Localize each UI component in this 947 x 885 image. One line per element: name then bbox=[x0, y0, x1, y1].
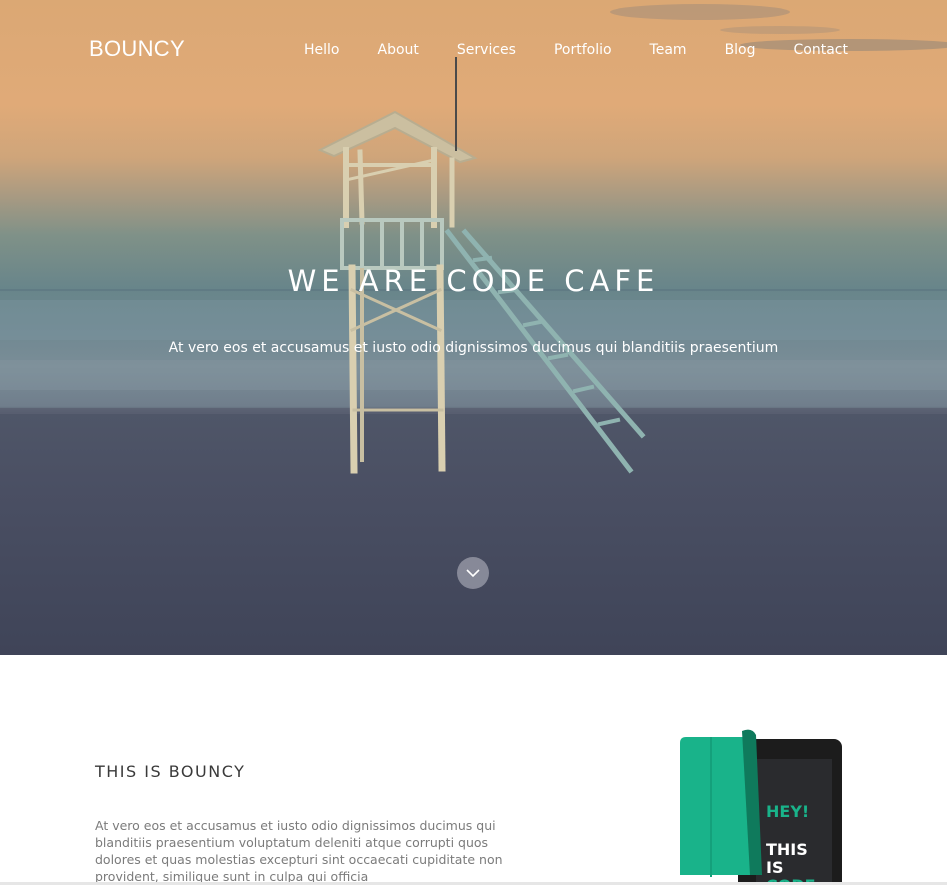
tablet-cover-fold bbox=[710, 737, 712, 877]
about-text: At vero eos et accusamus et iusto odio d… bbox=[95, 818, 503, 884]
shoreline bbox=[0, 408, 947, 414]
nav-item-portfolio[interactable]: Portfolio bbox=[554, 42, 612, 58]
about-section: THIS IS BOUNCY At vero eos et accusamus … bbox=[0, 655, 947, 885]
page: BOUNCY Hello About Services Portfolio Te… bbox=[0, 0, 947, 885]
site-logo[interactable]: BOUNCY bbox=[89, 36, 185, 62]
scroll-down-button[interactable] bbox=[457, 557, 489, 589]
nav-item-about[interactable]: About bbox=[378, 42, 419, 58]
main-nav: Hello About Services Portfolio Team Blog… bbox=[304, 42, 848, 58]
chevron-down-icon bbox=[466, 569, 480, 578]
about-heading: THIS IS BOUNCY bbox=[95, 762, 246, 781]
hero-subtitle: At vero eos et accusamus et iusto odio d… bbox=[168, 340, 779, 356]
tablet-screen-text: THIS bbox=[766, 840, 808, 859]
tablet-mockup-image: HEY! THIS IS CODE bbox=[680, 729, 842, 885]
cloud bbox=[610, 4, 790, 20]
tablet-screen-text: IS bbox=[766, 858, 783, 877]
tablet-screen-text: HEY! bbox=[766, 802, 809, 821]
sea-band bbox=[0, 360, 947, 390]
nav-item-contact[interactable]: Contact bbox=[794, 42, 848, 58]
nav-item-services[interactable]: Services bbox=[457, 42, 516, 58]
hero-title: WE ARE CODE CAFE bbox=[287, 264, 660, 298]
cloud bbox=[720, 26, 840, 34]
sea-band bbox=[0, 300, 947, 340]
nav-item-hello[interactable]: Hello bbox=[304, 42, 340, 58]
hero-section: BOUNCY Hello About Services Portfolio Te… bbox=[0, 0, 947, 655]
nav-item-blog[interactable]: Blog bbox=[725, 42, 756, 58]
nav-item-team[interactable]: Team bbox=[650, 42, 687, 58]
